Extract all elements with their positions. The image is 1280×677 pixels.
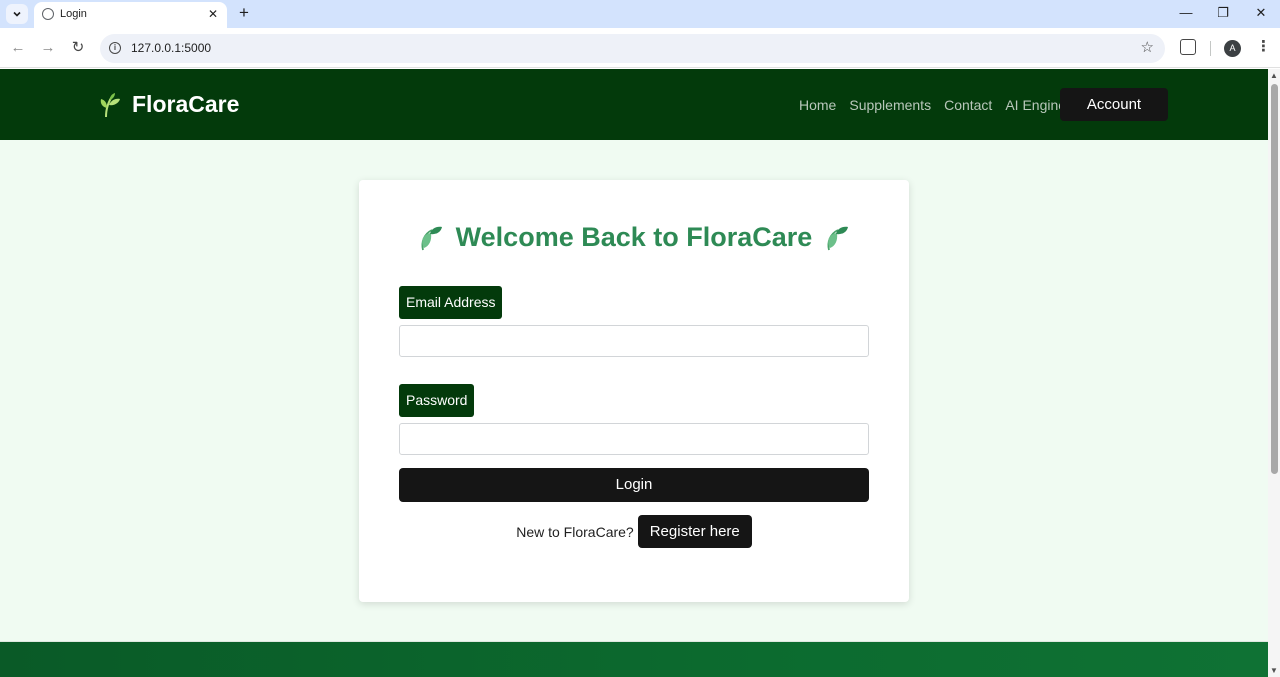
page-scrollbar[interactable]: ▲ ▼ bbox=[1268, 69, 1280, 677]
herb-icon bbox=[100, 92, 120, 117]
brand-logo[interactable]: FloraCare bbox=[98, 91, 239, 118]
nav-supplements-link[interactable]: Supplements bbox=[849, 97, 931, 113]
back-arrow-icon[interactable]: ← bbox=[9, 39, 27, 57]
browser-tab-strip: Login ✕ + — ❐ ✕ bbox=[0, 0, 1280, 28]
email-label: Email Address bbox=[399, 286, 503, 319]
chevron-down-icon bbox=[13, 11, 21, 17]
login-button[interactable]: Login bbox=[399, 468, 869, 502]
scroll-up-arrow-icon[interactable]: ▲ bbox=[1270, 71, 1278, 80]
page-title: Welcome Back to FloraCare bbox=[455, 222, 813, 252]
browser-menu-icon[interactable]: ⋮ bbox=[1256, 37, 1271, 57]
toolbar-divider bbox=[1210, 41, 1211, 56]
leaf-icon bbox=[827, 226, 849, 250]
tab-title: Login bbox=[60, 8, 87, 20]
brand-name: FloraCare bbox=[132, 91, 240, 117]
nav-contact-link[interactable]: Contact bbox=[944, 97, 992, 113]
main-nav: Home Supplements Contact AI Engine bbox=[799, 97, 1079, 113]
register-row: New to FloraCare? Register here bbox=[359, 515, 909, 548]
extensions-icon[interactable] bbox=[1180, 39, 1196, 55]
nav-ai-engine-link[interactable]: AI Engine bbox=[1005, 97, 1066, 113]
login-heading: Welcome Back to FloraCare bbox=[359, 222, 909, 253]
globe-icon bbox=[42, 8, 54, 20]
bookmark-star-icon[interactable]: ☆ bbox=[1141, 38, 1154, 56]
browser-toolbar: ← → ↻ i 127.0.0.1:5000 ☆ A ⋮ bbox=[0, 28, 1280, 68]
reload-icon[interactable]: ↻ bbox=[69, 39, 87, 57]
password-field[interactable] bbox=[399, 423, 869, 455]
new-tab-button[interactable]: + bbox=[235, 4, 253, 22]
scroll-thumb[interactable] bbox=[1271, 84, 1278, 474]
site-info-icon[interactable]: i bbox=[109, 42, 121, 54]
tab-search-button[interactable] bbox=[6, 4, 28, 24]
email-field[interactable] bbox=[399, 325, 869, 357]
browser-tab-active[interactable]: Login ✕ bbox=[34, 2, 227, 28]
account-button[interactable]: Account bbox=[1060, 88, 1168, 121]
address-url[interactable]: 127.0.0.1:5000 bbox=[131, 41, 211, 55]
address-bar[interactable]: i 127.0.0.1:5000 ☆ bbox=[100, 34, 1165, 63]
close-tab-icon[interactable]: ✕ bbox=[205, 6, 221, 22]
scroll-down-arrow-icon[interactable]: ▼ bbox=[1270, 666, 1278, 675]
register-button[interactable]: Register here bbox=[637, 515, 752, 548]
restore-window-button[interactable]: ❐ bbox=[1213, 4, 1233, 22]
site-header: FloraCare Home Supplements Contact AI En… bbox=[0, 69, 1268, 140]
page-viewport: FloraCare Home Supplements Contact AI En… bbox=[0, 69, 1268, 677]
leaf-icon bbox=[421, 226, 442, 250]
register-prompt: New to FloraCare? bbox=[516, 523, 634, 540]
password-label: Password bbox=[399, 384, 475, 417]
minimize-window-button[interactable]: — bbox=[1176, 4, 1196, 22]
site-footer bbox=[0, 641, 1268, 677]
login-card: Welcome Back to FloraCare Email Address … bbox=[359, 180, 909, 602]
nav-home-link[interactable]: Home bbox=[799, 97, 836, 113]
forward-arrow-icon[interactable]: → bbox=[39, 39, 57, 57]
profile-avatar[interactable]: A bbox=[1224, 40, 1241, 57]
close-window-button[interactable]: ✕ bbox=[1251, 4, 1271, 22]
